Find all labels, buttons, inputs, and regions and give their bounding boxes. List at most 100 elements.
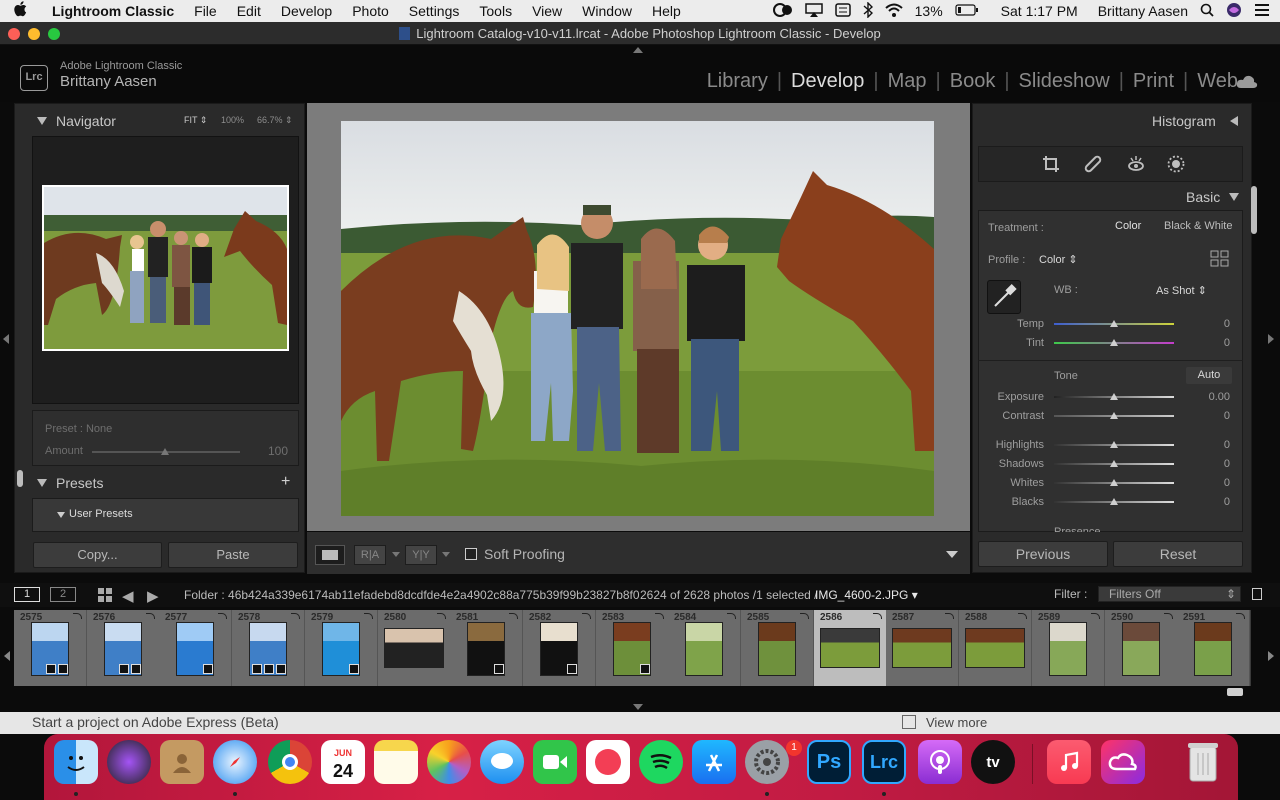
user-presets-collapse-icon[interactable]	[57, 512, 65, 518]
tint-slider-thumb[interactable]	[1110, 339, 1118, 346]
rotate-icon[interactable]	[437, 613, 446, 619]
wifi-icon[interactable]	[884, 3, 903, 20]
blacks-value[interactable]: 0	[1190, 496, 1230, 508]
filmstrip-thumbnail[interactable]: 2584	[668, 610, 741, 686]
module-book[interactable]: Book	[950, 70, 996, 93]
notes-icon[interactable]	[374, 740, 418, 784]
express-view-more[interactable]: View more	[926, 715, 987, 730]
temp-slider-thumb[interactable]	[1110, 320, 1118, 327]
filmstrip-thumbnail[interactable]: 2589	[1032, 610, 1105, 686]
zoom-fit[interactable]: FIT ⇕	[184, 115, 207, 126]
red-eye-tool-icon[interactable]	[1127, 155, 1145, 178]
rotate-icon[interactable]	[509, 613, 518, 619]
module-library[interactable]: Library	[707, 70, 768, 93]
highlights-value[interactable]: 0	[1190, 439, 1230, 451]
rotate-icon[interactable]	[727, 613, 736, 619]
shadows-slider-thumb[interactable]	[1110, 460, 1118, 467]
amount-value[interactable]: 100	[248, 444, 288, 458]
left-panel-scrollbar[interactable]	[17, 470, 23, 487]
safari-icon[interactable]	[213, 740, 257, 784]
copy-button[interactable]: Copy...	[33, 542, 162, 568]
express-prompt[interactable]: Start a project on Adobe Express (Beta)	[32, 714, 279, 730]
apple-menu-icon[interactable]	[0, 1, 42, 21]
add-preset-button[interactable]: +	[281, 473, 290, 491]
spotlight-search-icon[interactable]	[1200, 3, 1214, 20]
creative-cloud-icon[interactable]	[1101, 740, 1145, 784]
filmstrip-collapse-arrow-icon[interactable]	[633, 704, 643, 710]
spotify-icon[interactable]	[639, 740, 683, 784]
zoom-window-button[interactable]	[48, 28, 60, 40]
before-after-yy-dropdown-icon[interactable]	[442, 552, 450, 557]
back-arrow-icon[interactable]: ◀	[122, 587, 134, 605]
highlights-slider-thumb[interactable]	[1110, 441, 1118, 448]
lightroom-classic-icon[interactable]: Lrc	[862, 740, 906, 784]
menu-photo[interactable]: Photo	[342, 3, 399, 19]
filmstrip-thumbnail[interactable]: 2575	[14, 610, 87, 686]
rotate-icon[interactable]	[945, 613, 954, 619]
minimize-window-button[interactable]	[28, 28, 40, 40]
right-panel-toggle-arrow-icon[interactable]	[1268, 334, 1274, 344]
contrast-value[interactable]: 0	[1190, 410, 1230, 422]
close-window-button[interactable]	[8, 28, 20, 40]
soft-proofing-label[interactable]: Soft Proofing	[484, 546, 565, 562]
controls-icon[interactable]	[834, 2, 851, 20]
filter-lock-icon[interactable]	[1252, 588, 1262, 600]
crop-tool-icon[interactable]	[1042, 155, 1060, 178]
blacks-slider-thumb[interactable]	[1110, 498, 1118, 505]
menu-tools[interactable]: Tools	[469, 3, 522, 19]
menu-view[interactable]: View	[522, 3, 572, 19]
news-icon[interactable]	[586, 740, 630, 784]
rotate-icon[interactable]	[655, 613, 664, 619]
filmstrip-thumbnail[interactable]: 2588	[959, 610, 1032, 686]
paste-button[interactable]: Paste	[168, 542, 298, 568]
filmstrip-thumbnail[interactable]: 2583	[596, 610, 669, 686]
system-preferences-icon[interactable]	[745, 740, 789, 784]
siri-icon[interactable]	[1226, 2, 1242, 21]
navigator-collapse-icon[interactable]	[37, 117, 47, 125]
app-menu[interactable]: Lightroom Classic	[42, 3, 184, 19]
main-photo[interactable]	[341, 121, 934, 516]
filmstrip-thumbnail[interactable]: 2581	[450, 610, 523, 686]
rotate-icon[interactable]	[218, 613, 227, 619]
exposure-slider-thumb[interactable]	[1110, 393, 1118, 400]
treatment-black-white[interactable]: Black & White	[1164, 220, 1232, 232]
filmstrip-thumbnail[interactable]: 2585	[741, 610, 814, 686]
filmstrip-scroll-right-icon[interactable]	[1268, 651, 1274, 661]
filmstrip-scrollbar[interactable]	[1227, 688, 1243, 696]
white-balance-eyedropper-icon[interactable]	[987, 280, 1021, 314]
left-panel-toggle-arrow-icon[interactable]	[3, 334, 9, 344]
express-view-more-icon[interactable]	[902, 715, 916, 729]
menu-settings[interactable]: Settings	[399, 3, 470, 19]
rotate-icon[interactable]	[582, 613, 591, 619]
rotate-icon[interactable]	[146, 613, 155, 619]
filmstrip-thumbnail[interactable]: 2580	[378, 610, 451, 686]
before-after-ra-dropdown-icon[interactable]	[392, 552, 400, 557]
header-collapse-arrow-icon[interactable]	[633, 47, 643, 53]
soft-proofing-checkbox[interactable]	[465, 548, 477, 560]
navigator-preview[interactable]	[42, 185, 289, 351]
bluetooth-icon[interactable]	[863, 0, 873, 21]
finder-icon[interactable]	[54, 740, 98, 784]
rotate-icon[interactable]	[364, 613, 373, 619]
treatment-color[interactable]: Color	[1115, 220, 1141, 232]
creative-cloud-status-icon[interactable]	[772, 2, 793, 20]
module-print[interactable]: Print	[1133, 70, 1174, 93]
selected-file-name[interactable]: IMG_4600-2.JPG ▾	[815, 588, 918, 602]
temp-value[interactable]: 0	[1190, 318, 1230, 330]
facetime-icon[interactable]	[533, 740, 577, 784]
auto-tone-button[interactable]: Auto	[1186, 367, 1232, 384]
app-store-icon[interactable]	[692, 740, 736, 784]
filmstrip-thumbnail[interactable]: 2576	[87, 610, 160, 686]
contacts-icon[interactable]	[160, 740, 204, 784]
module-map[interactable]: Map	[888, 70, 927, 93]
toolbar-options-dropdown-icon[interactable]	[946, 551, 958, 558]
identity-user-name[interactable]: Brittany Aasen	[60, 73, 157, 90]
airplay-icon[interactable]	[804, 2, 823, 20]
clock[interactable]: Sat 1:17 PM	[1001, 3, 1078, 19]
menu-edit[interactable]: Edit	[227, 3, 271, 19]
menu-window[interactable]: Window	[572, 3, 642, 19]
rotate-icon[interactable]	[1236, 613, 1245, 619]
filter-dropdown[interactable]: Filters Off ⇕	[1098, 586, 1241, 602]
tint-value[interactable]: 0	[1190, 337, 1230, 349]
folder-path[interactable]: Folder : 46b424a339e6174ab11efadebd8dcdf…	[184, 588, 640, 602]
